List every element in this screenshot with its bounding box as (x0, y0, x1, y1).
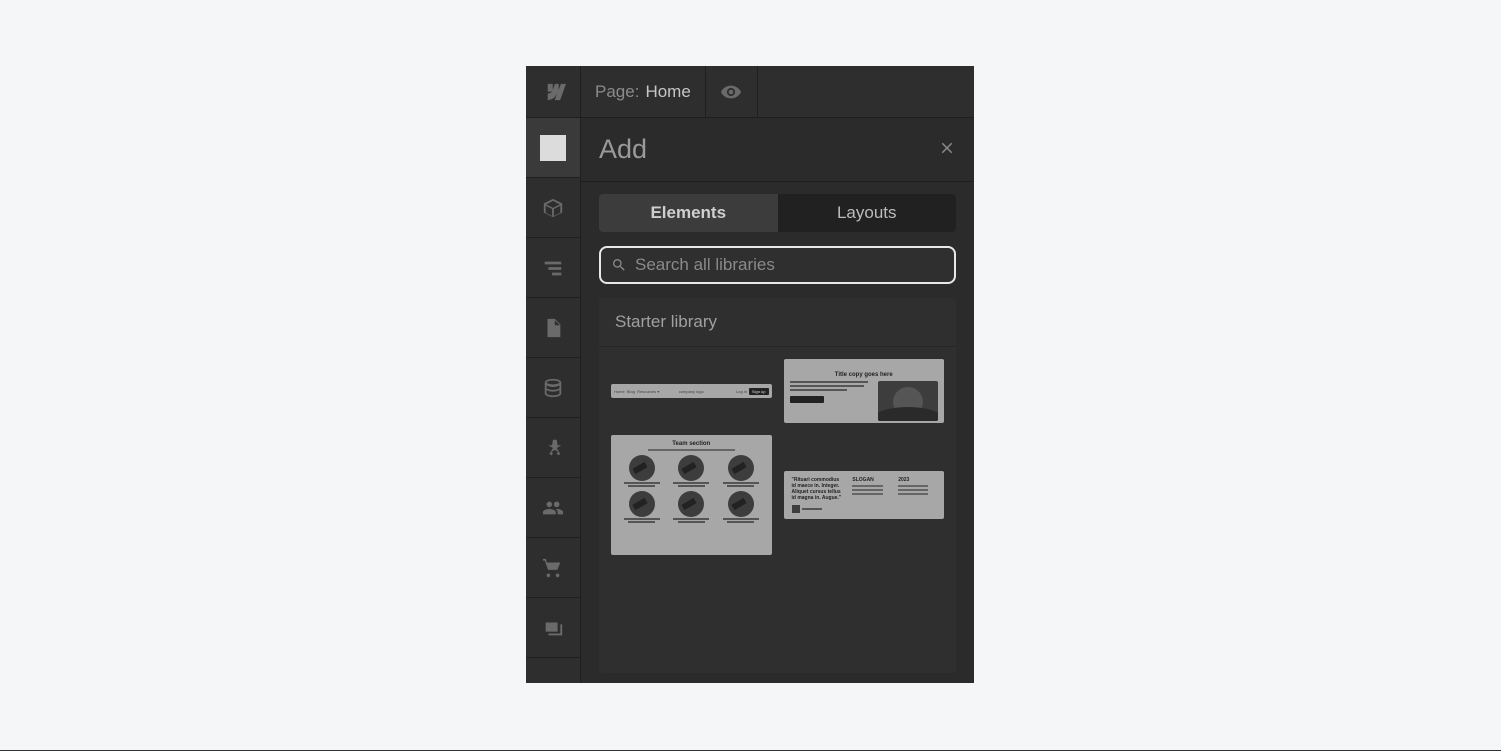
sidebar-pages[interactable] (526, 298, 580, 358)
page-value: Home (645, 82, 690, 102)
search-container (581, 232, 974, 284)
assets-icon (542, 617, 564, 639)
panel-title: Add (599, 134, 647, 165)
add-panel: Add Elements Layouts Starter (581, 118, 974, 683)
panel-body: Add Elements Layouts Starter (526, 118, 974, 683)
designer-panel: Page: Home (526, 66, 974, 683)
sidebar-add[interactable] (526, 118, 580, 178)
tab-layouts[interactable]: Layouts (778, 194, 957, 232)
tab-elements[interactable]: Elements (599, 194, 778, 232)
library-title: Starter library (599, 298, 956, 347)
library-grid: Home Blog Resources ▾ company logo Log i… (599, 347, 956, 673)
cart-icon (542, 557, 564, 579)
sidebar-users[interactable] (526, 478, 580, 538)
search-box[interactable] (599, 246, 956, 284)
starter-library: Starter library Home Blog Resources ▾ co… (599, 298, 956, 673)
tabs-container: Elements Layouts (581, 182, 974, 232)
navigator-icon (542, 257, 564, 279)
sidebar-interactions[interactable] (526, 418, 580, 478)
sidebar-assets[interactable] (526, 598, 580, 658)
search-icon (611, 257, 627, 273)
sidebar-ecommerce[interactable] (526, 538, 580, 598)
topbar: Page: Home (526, 66, 974, 118)
sidebar-components[interactable] (526, 178, 580, 238)
tabs: Elements Layouts (599, 194, 956, 232)
webflow-logo[interactable] (526, 66, 581, 117)
search-input[interactable] (635, 255, 944, 275)
database-icon (542, 377, 564, 399)
left-toolbar (526, 118, 581, 683)
layout-thumb-footer[interactable]: "Rituari commodius id maece in. Integer.… (784, 471, 945, 519)
interactions-icon (542, 437, 564, 459)
sidebar-cms[interactable] (526, 358, 580, 418)
close-icon (938, 139, 956, 157)
page-icon (542, 317, 564, 339)
page-label: Page: (595, 82, 639, 102)
users-icon (542, 497, 564, 519)
layout-thumb-navbar[interactable]: Home Blog Resources ▾ company logo Log i… (611, 384, 772, 398)
cube-icon (542, 197, 564, 219)
panel-header: Add (581, 118, 974, 182)
close-button[interactable] (938, 137, 956, 163)
library-container: Starter library Home Blog Resources ▾ co… (581, 284, 974, 683)
preview-button[interactable] (706, 66, 758, 117)
sidebar-navigator[interactable] (526, 238, 580, 298)
layout-thumb-team[interactable]: Team section (611, 435, 772, 555)
layout-thumb-hero[interactable]: Title copy goes here (784, 359, 945, 423)
plus-icon (540, 135, 566, 161)
page-selector[interactable]: Page: Home (581, 66, 706, 117)
